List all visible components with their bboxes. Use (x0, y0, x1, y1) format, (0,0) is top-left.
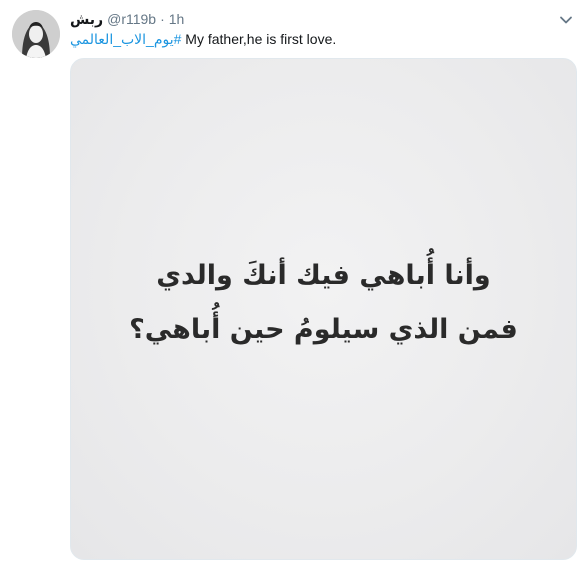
tweet-timestamp[interactable]: 1h (169, 9, 185, 29)
tweet-image[interactable]: وأنا أُباهي فيك أنكَ والدي فمن الذي سيلو… (70, 58, 577, 560)
display-name[interactable]: ربش (70, 9, 103, 29)
tweet-menu-button[interactable] (558, 12, 574, 28)
image-quote-line-1: وأنا أُباهي فيك أنكَ والدي (156, 260, 491, 291)
image-quote-line-2: فمن الذي سيلومُ حين أُباهي؟ (129, 314, 518, 345)
tweet-body-text: My father,he is first love. (181, 31, 337, 47)
user-avatar[interactable] (12, 10, 60, 58)
chevron-down-icon (560, 16, 572, 24)
tweet-header: ربش @r119b · 1h (70, 9, 184, 29)
separator-dot: · (160, 11, 165, 27)
tweet-card[interactable]: ربش @r119b · 1h #يوم_الاب_العالمي My fat… (0, 0, 585, 571)
user-handle[interactable]: @r119b (107, 9, 156, 29)
tweet-text: #يوم_الاب_العالمي My father,he is first … (70, 29, 336, 49)
hashtag-link[interactable]: #يوم_الاب_العالمي (70, 31, 181, 47)
profile-avatar-icon (12, 10, 60, 58)
